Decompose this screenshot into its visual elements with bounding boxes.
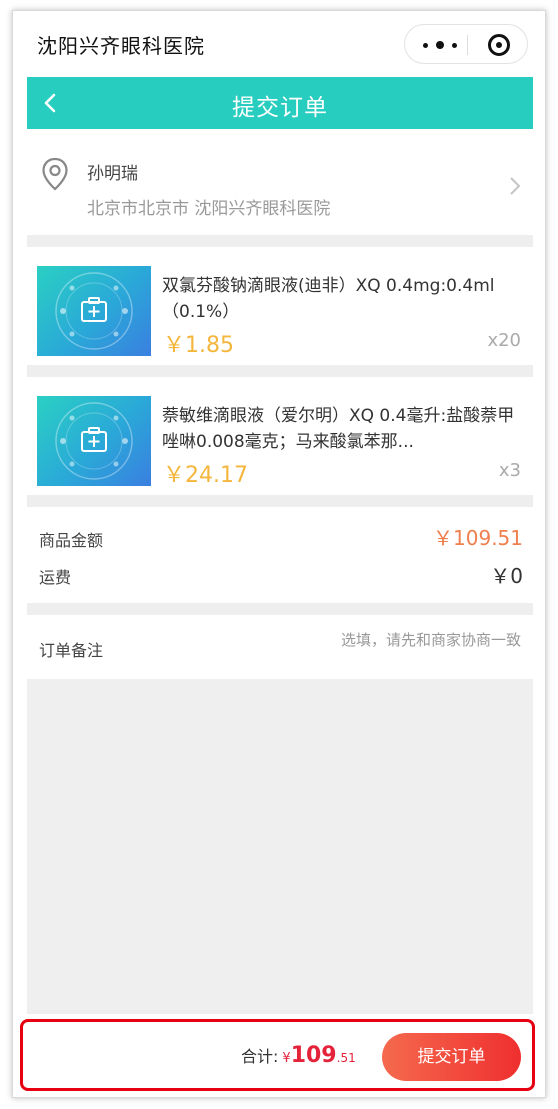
- submit-order-button[interactable]: 提交订单: [382, 1033, 521, 1081]
- section-divider: [27, 235, 533, 247]
- product-name: 双氯芬酸钠滴眼液(迪非）XQ 0.4mg:0.4ml（0.1%）: [162, 276, 495, 322]
- phone-frame: 沈阳兴齐眼科医院 提交订单 孙明瑞 北京市北京市 沈阳兴齐眼科医院 双氯芬酸钠滴…: [12, 10, 546, 1098]
- remarks-placeholder: 选填，请先和商家协商一致: [340, 631, 521, 649]
- total-decimal: .51: [336, 1051, 356, 1065]
- product-image: [37, 266, 151, 356]
- order-content: 孙明瑞 北京市北京市 沈阳兴齐眼科医院 双氯芬酸钠滴眼液(迪非）XQ 0.4mg…: [27, 129, 533, 1019]
- section-divider: [27, 603, 533, 615]
- nav-bar: 提交订单: [27, 77, 533, 129]
- product-price: ￥1.85: [163, 333, 234, 358]
- remarks-row: 订单备注 选填，请先和商家协商一致: [27, 615, 533, 679]
- more-dots-icon[interactable]: [423, 25, 457, 65]
- recipient-address: 北京市北京市 沈阳兴齐眼科医院: [87, 199, 331, 219]
- product-quantity: x20: [487, 330, 521, 351]
- page-title: 提交订单: [232, 95, 328, 121]
- miniprogram-title: 沈阳兴齐眼科医院: [37, 34, 205, 58]
- price-summary: 商品金额 ￥109.51 运费 ￥0: [27, 507, 533, 603]
- total-label: 合计:: [241, 1047, 279, 1066]
- target-icon[interactable]: [488, 34, 510, 56]
- shipping-value: ￥0: [490, 564, 523, 588]
- recipient-name: 孙明瑞: [87, 164, 138, 184]
- product-image: [37, 396, 151, 486]
- total-currency: ¥: [282, 1051, 291, 1066]
- section-divider: [27, 365, 533, 377]
- total-integer: 109: [290, 1043, 337, 1068]
- address-row[interactable]: 孙明瑞 北京市北京市 沈阳兴齐眼科医院: [27, 129, 533, 235]
- product-price: ￥24.17: [163, 463, 248, 488]
- order-total: 合计: ¥109.51: [241, 1043, 356, 1068]
- product-name: 萘敏维滴眼液（爱尔明）XQ 0.4毫升:盐酸萘甲唑啉0.008毫克；马来酸氯苯那…: [162, 406, 515, 452]
- remarks-label: 订单备注: [39, 641, 104, 660]
- product-quantity: x3: [498, 460, 521, 481]
- bottom-bar: 合计: ¥109.51 提交订单: [13, 1014, 545, 1097]
- order-item: 双氯芬酸钠滴眼液(迪非）XQ 0.4mg:0.4ml（0.1%） ￥1.85 x…: [27, 247, 533, 365]
- remarks-textarea[interactable]: [27, 679, 533, 1019]
- shipping-label: 运费: [39, 568, 72, 587]
- section-divider: [27, 495, 533, 507]
- chevron-right-icon: [510, 177, 521, 195]
- capsule-menu: [404, 24, 528, 64]
- medical-kit-icon: [55, 272, 133, 350]
- medical-kit-icon: [55, 402, 133, 480]
- capsule-divider: [467, 35, 468, 55]
- order-item: 萘敏维滴眼液（爱尔明）XQ 0.4毫升:盐酸萘甲唑啉0.008毫克；马来酸氯苯那…: [27, 377, 533, 495]
- goods-amount-label: 商品金额: [39, 531, 104, 550]
- location-pin-icon: [42, 157, 68, 191]
- goods-amount-value: ￥109.51: [433, 526, 523, 550]
- miniprogram-bar: 沈阳兴齐眼科医院: [13, 11, 545, 77]
